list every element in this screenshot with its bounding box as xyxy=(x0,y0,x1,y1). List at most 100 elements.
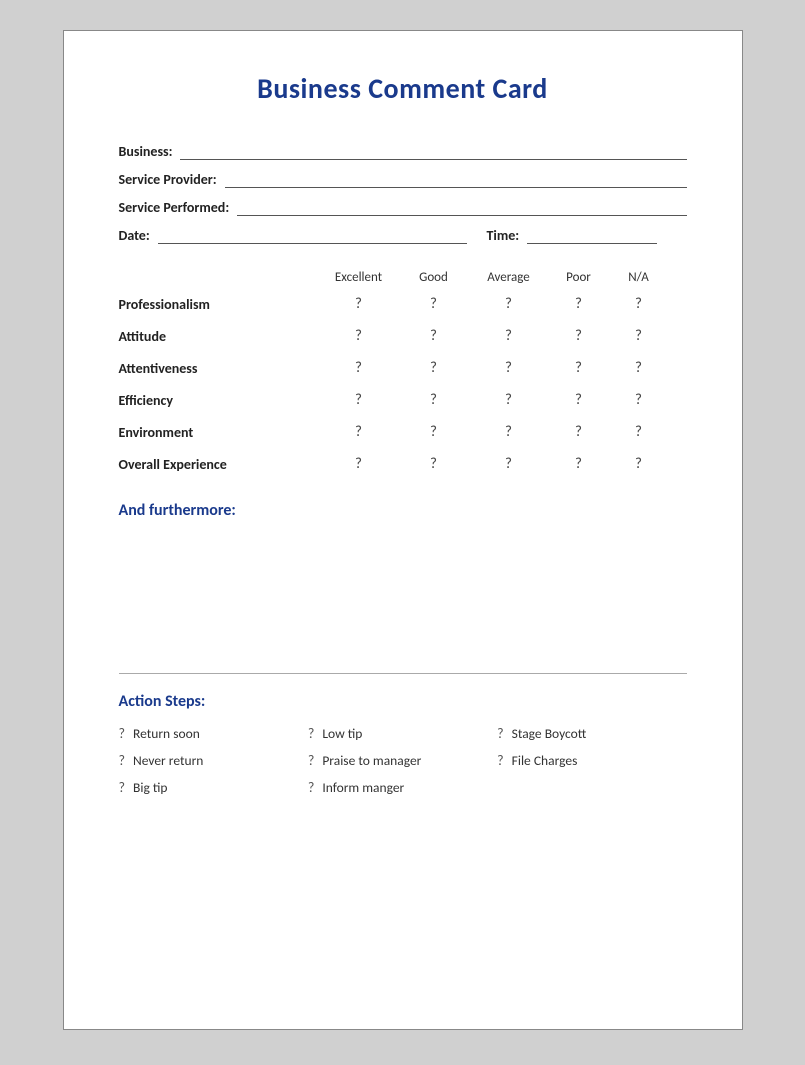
service-provider-field-row: Service Provider: xyxy=(119,170,687,188)
file-charges-label: File Charges xyxy=(512,752,578,769)
col-label-average: Average xyxy=(469,270,549,285)
overall-average[interactable]: ? xyxy=(469,455,549,473)
attitude-na[interactable]: ? xyxy=(609,327,669,345)
overall-na[interactable]: ? xyxy=(609,455,669,473)
comment-card: Business Comment Card Business: Service … xyxy=(63,30,743,1030)
business-field-row: Business: xyxy=(119,142,687,160)
environment-na[interactable]: ? xyxy=(609,423,669,441)
action-item-stage-boycott: ? Stage Boycott xyxy=(497,725,686,742)
col-label-na: N/A xyxy=(609,270,669,285)
stage-boycott-checkbox[interactable]: ? xyxy=(497,725,504,742)
action-item-empty xyxy=(497,779,686,796)
professionalism-poor[interactable]: ? xyxy=(549,295,609,313)
card-title: Business Comment Card xyxy=(119,71,687,106)
attitude-average[interactable]: ? xyxy=(469,327,549,345)
ratings-section: Excellent Good Average Poor N/A Professi… xyxy=(119,270,687,473)
service-performed-field-row: Service Performed: xyxy=(119,198,687,216)
return-soon-checkbox[interactable]: ? xyxy=(119,725,126,742)
time-label: Time: xyxy=(487,227,520,244)
furthermore-section: And furthermore: xyxy=(119,501,687,655)
action-item-inform-manager: ? Inform manger xyxy=(308,779,497,796)
stage-boycott-label: Stage Boycott xyxy=(512,725,587,742)
low-tip-checkbox[interactable]: ? xyxy=(308,725,315,742)
service-performed-input-line[interactable] xyxy=(237,198,686,216)
environment-poor[interactable]: ? xyxy=(549,423,609,441)
inform-manager-checkbox[interactable]: ? xyxy=(308,779,315,796)
row-label-overall: Overall Experience xyxy=(119,456,319,473)
action-item-return-soon: ? Return soon xyxy=(119,725,308,742)
comments-textarea[interactable] xyxy=(119,530,687,650)
ratings-row-efficiency: Efficiency ? ? ? ? ? xyxy=(119,391,687,409)
ratings-row-attitude: Attitude ? ? ? ? ? xyxy=(119,327,687,345)
action-item-file-charges: ? File Charges xyxy=(497,752,686,769)
furthermore-title: And furthermore: xyxy=(119,501,687,520)
overall-poor[interactable]: ? xyxy=(549,455,609,473)
ratings-row-overall: Overall Experience ? ? ? ? ? xyxy=(119,455,687,473)
row-label-professionalism: Professionalism xyxy=(119,296,319,313)
date-group: Date: xyxy=(119,226,467,244)
environment-good[interactable]: ? xyxy=(399,423,469,441)
business-label: Business: xyxy=(119,143,173,160)
col-label-poor: Poor xyxy=(549,270,609,285)
action-item-low-tip: ? Low tip xyxy=(308,725,497,742)
date-input-line[interactable] xyxy=(158,226,467,244)
professionalism-average[interactable]: ? xyxy=(469,295,549,313)
attentiveness-good[interactable]: ? xyxy=(399,359,469,377)
attentiveness-na[interactable]: ? xyxy=(609,359,669,377)
service-performed-label: Service Performed: xyxy=(119,199,230,216)
return-soon-label: Return soon xyxy=(133,725,200,742)
date-time-row: Date: Time: xyxy=(119,226,687,244)
professionalism-excellent[interactable]: ? xyxy=(319,295,399,313)
row-label-environment: Environment xyxy=(119,424,319,441)
efficiency-good[interactable]: ? xyxy=(399,391,469,409)
environment-average[interactable]: ? xyxy=(469,423,549,441)
row-label-attentiveness: Attentiveness xyxy=(119,360,319,377)
col-label-good: Good xyxy=(399,270,469,285)
date-label: Date: xyxy=(119,227,150,244)
action-item-big-tip: ? Big tip xyxy=(119,779,308,796)
big-tip-label: Big tip xyxy=(133,779,167,796)
efficiency-average[interactable]: ? xyxy=(469,391,549,409)
environment-excellent[interactable]: ? xyxy=(319,423,399,441)
col-label-excellent: Excellent xyxy=(319,270,399,285)
professionalism-na[interactable]: ? xyxy=(609,295,669,313)
never-return-checkbox[interactable]: ? xyxy=(119,752,126,769)
overall-good[interactable]: ? xyxy=(399,455,469,473)
efficiency-excellent[interactable]: ? xyxy=(319,391,399,409)
ratings-row-attentiveness: Attentiveness ? ? ? ? ? xyxy=(119,359,687,377)
low-tip-label: Low tip xyxy=(322,725,362,742)
attitude-good[interactable]: ? xyxy=(399,327,469,345)
action-steps-section: Action Steps: ? Return soon ? Low tip ? … xyxy=(119,692,687,796)
attitude-excellent[interactable]: ? xyxy=(319,327,399,345)
service-provider-label: Service Provider: xyxy=(119,171,217,188)
time-input-line[interactable] xyxy=(527,226,657,244)
action-steps-grid: ? Return soon ? Low tip ? Stage Boycott … xyxy=(119,725,687,796)
attitude-poor[interactable]: ? xyxy=(549,327,609,345)
praise-manager-label: Praise to manager xyxy=(322,752,421,769)
row-label-efficiency: Efficiency xyxy=(119,392,319,409)
business-input-line[interactable] xyxy=(180,142,686,160)
ratings-header: Excellent Good Average Poor N/A xyxy=(119,270,687,285)
attentiveness-excellent[interactable]: ? xyxy=(319,359,399,377)
row-label-attitude: Attitude xyxy=(119,328,319,345)
attentiveness-average[interactable]: ? xyxy=(469,359,549,377)
professionalism-good[interactable]: ? xyxy=(399,295,469,313)
time-group: Time: xyxy=(487,226,687,244)
ratings-row-environment: Environment ? ? ? ? ? xyxy=(119,423,687,441)
praise-manager-checkbox[interactable]: ? xyxy=(308,752,315,769)
action-steps-title: Action Steps: xyxy=(119,692,687,711)
file-charges-checkbox[interactable]: ? xyxy=(497,752,504,769)
col-label-empty xyxy=(119,270,319,285)
action-item-praise-manager: ? Praise to manager xyxy=(308,752,497,769)
efficiency-poor[interactable]: ? xyxy=(549,391,609,409)
big-tip-checkbox[interactable]: ? xyxy=(119,779,126,796)
ratings-row-professionalism: Professionalism ? ? ? ? ? xyxy=(119,295,687,313)
inform-manager-label: Inform manger xyxy=(322,779,404,796)
overall-excellent[interactable]: ? xyxy=(319,455,399,473)
section-divider xyxy=(119,673,687,674)
action-item-never-return: ? Never return xyxy=(119,752,308,769)
efficiency-na[interactable]: ? xyxy=(609,391,669,409)
never-return-label: Never return xyxy=(133,752,203,769)
attentiveness-poor[interactable]: ? xyxy=(549,359,609,377)
service-provider-input-line[interactable] xyxy=(225,170,687,188)
